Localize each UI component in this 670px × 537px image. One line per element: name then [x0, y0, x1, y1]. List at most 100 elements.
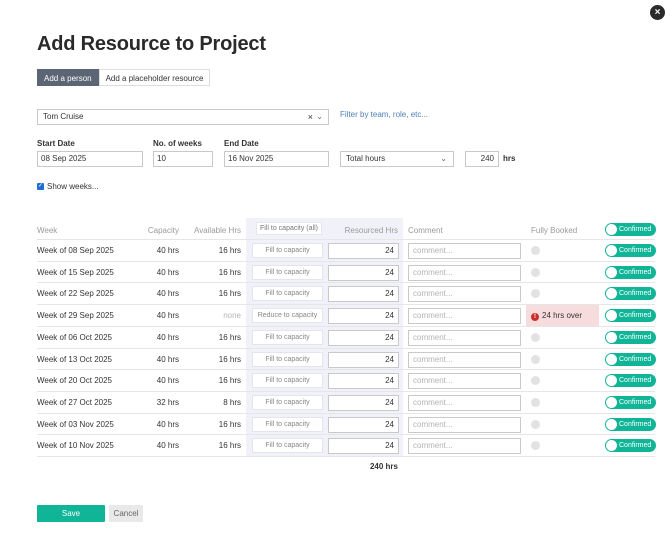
table-row: Week of 15 Sep 2025 40 hrs 16 hrs Fill to c… [37, 260, 656, 282]
capacity-value: 40 hrs [156, 354, 179, 364]
week-label: Week of 13 Oct 2025 [37, 354, 113, 364]
fully-booked-indicator[interactable] [531, 376, 540, 386]
end-date-input[interactable]: 16 Nov 2025 [224, 151, 329, 167]
confirmed-toggle[interactable]: Confirmed [605, 244, 656, 257]
comment-input[interactable]: comment... [408, 286, 521, 303]
fill-capacity-button[interactable]: Fill to capacity [252, 329, 323, 345]
fully-booked-indicator[interactable] [531, 441, 540, 451]
fill-capacity-button[interactable]: Fill to capacity [252, 438, 323, 454]
fill-capacity-button[interactable]: Fill to capacity [252, 243, 323, 258]
comment-input[interactable]: comment... [408, 351, 521, 368]
total-hours-input[interactable]: 240 [465, 151, 499, 167]
chevron-down-icon: ⌄ [440, 154, 447, 163]
week-label: Week of 20 Oct 2025 [37, 376, 113, 386]
fully-booked-indicator[interactable] [531, 267, 540, 277]
fill-capacity-button[interactable]: Reduce to capacity [252, 308, 323, 324]
confirmed-toggle[interactable]: Confirmed [605, 352, 656, 366]
clear-icon[interactable]: × [308, 110, 313, 124]
fill-capacity-button[interactable]: Fill to capacity [252, 373, 323, 389]
confirmed-toggle[interactable]: Confirmed [605, 439, 656, 453]
week-label: Week of 03 Nov 2025 [37, 419, 114, 429]
comment-input[interactable]: comment... [408, 373, 521, 390]
table-row: Week of 20 Oct 2025 40 hrs 16 hrs Fill to c… [37, 369, 656, 390]
weeks-input[interactable]: 10 [153, 151, 213, 167]
close-icon[interactable]: × [650, 5, 665, 20]
resourced-hours-input[interactable]: 24 [328, 243, 399, 259]
table-row: Week of 03 Nov 2025 40 hrs 16 hrs Fill to c… [37, 412, 656, 434]
comment-input[interactable]: comment... [408, 438, 521, 455]
fully-booked-indicator[interactable] [531, 246, 540, 255]
capacity-value: 40 hrs [156, 267, 179, 277]
capacity-value: 40 hrs [156, 311, 179, 321]
checkbox-icon[interactable]: ✓ [37, 183, 44, 190]
comment-input[interactable]: comment... [408, 264, 521, 281]
tab-add-person[interactable]: Add a person [37, 69, 99, 86]
header-capacity: Capacity [147, 226, 179, 235]
over-capacity-text: 24 hrs over [542, 311, 583, 321]
table-row: Week of 13 Oct 2025 40 hrs 16 hrs Fill to c… [37, 347, 656, 369]
fill-capacity-button[interactable]: Fill to capacity [252, 286, 323, 302]
header-comment: Comment [408, 226, 443, 235]
fully-booked-indicator[interactable] [531, 332, 540, 342]
comment-input[interactable]: comment... [408, 416, 521, 433]
table-row: Week of 29 Sep 2025 40 hrs none Reduce to c… [37, 304, 656, 327]
fully-booked-indicator[interactable] [531, 289, 540, 299]
capacity-value: 40 hrs [156, 246, 179, 255]
show-weeks-toggle[interactable]: ✓ Show weeks... [37, 182, 99, 191]
show-weeks-label: Show weeks... [47, 182, 99, 191]
cancel-button[interactable]: Cancel [109, 505, 143, 522]
week-label: Week of 06 Oct 2025 [37, 332, 113, 342]
save-button[interactable]: Save [37, 505, 105, 522]
person-select[interactable]: Tom Cruise × ⌄ [37, 109, 329, 125]
confirmed-toggle[interactable]: Confirmed [605, 265, 656, 279]
confirmed-toggle[interactable]: Confirmed [605, 395, 656, 409]
resourced-hours-input[interactable]: 24 [328, 286, 399, 303]
over-capacity-badge: ! 24 hrs over [526, 305, 599, 327]
capacity-value: 40 hrs [156, 289, 179, 299]
available-value: 8 hrs [223, 397, 241, 407]
available-value: 16 hrs [218, 332, 241, 342]
fully-booked-indicator[interactable] [531, 397, 540, 407]
resourced-hours-input[interactable]: 24 [328, 438, 399, 455]
confirmed-toggle[interactable]: Confirmed [605, 374, 656, 388]
resourced-hours-input[interactable]: 24 [328, 416, 399, 433]
weeks-label: No. of weeks [153, 139, 202, 148]
table-row: Week of 10 Nov 2025 40 hrs 16 hrs Fill to c… [37, 434, 656, 455]
comment-input[interactable]: comment... [408, 394, 521, 411]
confirmed-toggle[interactable]: Confirmed [605, 309, 656, 323]
fully-booked-indicator[interactable] [531, 354, 540, 364]
available-value: none [223, 311, 241, 321]
fill-capacity-button[interactable]: Fill to capacity [252, 394, 323, 410]
fill-capacity-button[interactable]: Fill to capacity [252, 416, 323, 432]
resourced-hours-input[interactable]: 24 [328, 329, 399, 346]
resourced-hours-input[interactable]: 24 [328, 373, 399, 390]
available-value: 16 hrs [218, 419, 241, 429]
resourced-hours-input[interactable]: 24 [328, 264, 399, 281]
fill-capacity-button[interactable]: Fill to capacity [252, 264, 323, 280]
filter-link[interactable]: Filter by team, role, etc... [340, 110, 428, 119]
confirmed-toggle[interactable]: Confirmed [605, 287, 656, 301]
resourced-hours-input[interactable]: 24 [328, 308, 399, 325]
resourced-hours-input[interactable]: 24 [328, 351, 399, 368]
end-date-label: End Date [224, 139, 259, 148]
confirmed-toggle[interactable]: Confirmed [605, 417, 656, 431]
week-label: Week of 10 Nov 2025 [37, 441, 114, 451]
available-value: 16 hrs [218, 267, 241, 277]
table-row: Week of 08 Sep 2025 40 hrs 16 hrs Fill to c… [37, 239, 656, 260]
hours-mode-select[interactable]: Total hours ⌄ [340, 151, 454, 167]
fill-all-button[interactable]: Fill to capacity (all) [256, 222, 322, 235]
chevron-down-icon[interactable]: ⌄ [316, 110, 323, 124]
fill-capacity-button[interactable]: Fill to capacity [252, 351, 323, 367]
hours-unit: hrs [503, 154, 516, 163]
table-row: Week of 22 Sep 2025 40 hrs 16 hrs Fill to c… [37, 282, 656, 303]
start-date-input[interactable]: 08 Sep 2025 [37, 151, 143, 167]
comment-input[interactable]: comment... [408, 243, 521, 259]
confirm-all-toggle[interactable]: Confirmed [605, 223, 656, 236]
comment-input[interactable]: comment... [408, 329, 521, 346]
confirmed-toggle[interactable]: Confirmed [605, 330, 656, 344]
header-fully-booked: Fully Booked [531, 226, 578, 235]
tab-add-placeholder[interactable]: Add a placeholder resource [98, 69, 211, 86]
fully-booked-indicator[interactable] [531, 419, 540, 429]
resourced-hours-input[interactable]: 24 [328, 394, 399, 411]
comment-input[interactable]: comment... [408, 308, 521, 325]
